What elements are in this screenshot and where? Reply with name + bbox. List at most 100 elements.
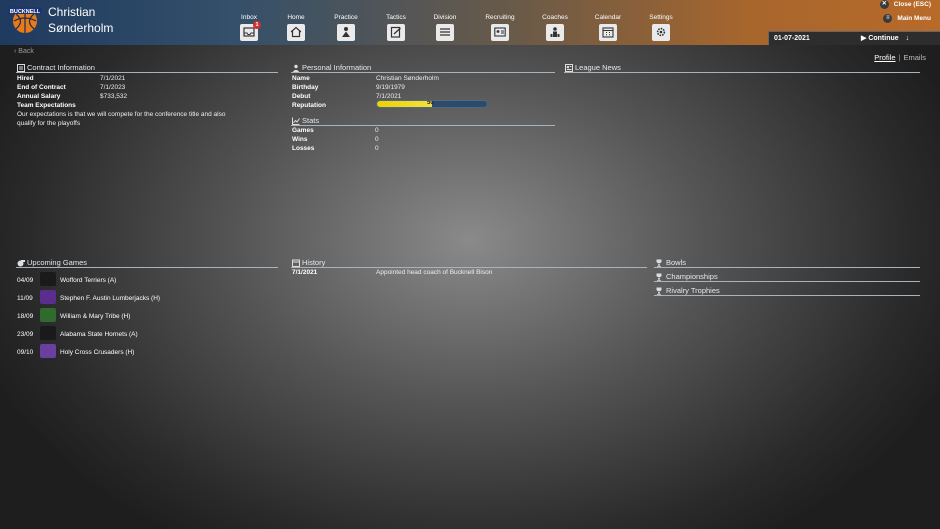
inbox-badge: 1 <box>253 21 261 29</box>
nav-settings[interactable]: Settings <box>638 14 684 41</box>
nav-recruiting[interactable]: Recruiting <box>477 14 523 41</box>
bowls-title: Bowls <box>666 258 687 267</box>
nav-inbox[interactable]: Inbox 1 <box>226 14 272 41</box>
hired-label: Hired <box>17 75 34 82</box>
close-icon: ✕ <box>879 0 889 9</box>
inbox-icon: 1 <box>240 21 261 41</box>
logo-wordmark: BUCKNELL <box>10 9 41 15</box>
document-icon <box>17 64 25 72</box>
stats-title: Stats <box>302 116 320 125</box>
tab-profile[interactable]: Profile <box>874 53 895 62</box>
news-icon <box>565 64 573 72</box>
tab-separator: | <box>898 53 901 62</box>
name-value: Christian Sønderholm <box>376 75 439 82</box>
losses-label: Losses <box>292 145 315 152</box>
history-title: History <box>302 258 326 267</box>
birthday-row: Birthday 9/19/1979 <box>292 83 552 92</box>
nav-tactics[interactable]: Tactics <box>373 14 419 41</box>
game-row[interactable]: 23/09 Alabama State Hornets (A) <box>17 326 217 342</box>
game-row[interactable]: 11/09 Stephen F. Austin Lumberjacks (H) <box>17 290 217 306</box>
nav-settings-label: Settings <box>649 14 673 21</box>
championships-header[interactable]: Championships <box>654 272 920 282</box>
end-value: 7/1/2023 <box>100 84 126 91</box>
end-row: End of Contract 7/1/2023 <box>17 83 279 92</box>
person-icon <box>292 64 300 72</box>
expectations-row: Team Expectations <box>17 101 279 110</box>
coach-first-name: Christian <box>48 5 96 19</box>
coach-name: Christian Sønderholm <box>48 4 113 36</box>
history-event: Appointed head coach of Bucknell Bison <box>376 269 493 276</box>
practice-icon <box>337 24 355 41</box>
nav-home[interactable]: Home <box>273 14 319 41</box>
wins-value: 0 <box>375 136 379 143</box>
trophy-icon <box>656 259 662 267</box>
rivalry-trophies-title: Rivalry Trophies <box>666 286 720 295</box>
game-opponent: Alabama State Hornets (A) <box>60 331 138 338</box>
hired-row: Hired 7/1/2021 <box>17 74 279 83</box>
game-date: 11/09 <box>17 295 33 302</box>
personal-title: Personal Information <box>302 63 372 72</box>
games-value: 0 <box>375 127 379 134</box>
reputation-fill <box>377 101 432 107</box>
recruiting-icon <box>491 24 509 41</box>
reputation-bar: 50 <box>376 100 488 108</box>
expectations-text: Our expectations is that we will compete… <box>17 111 226 127</box>
upcoming-title: Upcoming Games <box>27 258 88 267</box>
nav-practice[interactable]: Practice <box>323 14 369 41</box>
opponent-logo <box>40 326 56 340</box>
main-menu-label: Main Menu <box>897 15 931 23</box>
menu-icon: ≡ <box>883 14 893 23</box>
team-logo: BUCKNELL <box>7 4 43 36</box>
close-button[interactable]: ✕ Close (ESC) <box>879 0 931 9</box>
opponent-logo <box>40 308 56 322</box>
game-row[interactable]: 09/10 Holy Cross Crusaders (H) <box>17 344 217 360</box>
league-news-header: League News <box>564 63 920 73</box>
calendar-small-icon <box>292 259 300 267</box>
name-label: Name <box>292 75 310 82</box>
nav-practice-label: Practice <box>334 14 358 21</box>
tab-emails[interactable]: Emails <box>903 53 926 62</box>
game-date: 18/09 <box>17 313 34 320</box>
contract-header: Contract Information <box>16 63 278 73</box>
whistle-icon <box>17 260 25 267</box>
back-button[interactable]: ‹ Back <box>14 48 34 55</box>
close-label: Close (ESC) <box>893 1 931 9</box>
game-row[interactable]: 18/09 William & Mary Tribe (H) <box>17 308 217 324</box>
arrow-down-icon: ↓ <box>905 35 910 42</box>
coaches-icon <box>546 24 564 41</box>
game-date: 04/09 <box>17 277 34 284</box>
games-row: Games 0 <box>292 126 552 135</box>
game-opponent: Wofford Terriers (A) <box>60 277 117 284</box>
top-bar: BUCKNELL Christian Sønderholm Inbox 1 Ho… <box>0 0 940 45</box>
continue-button[interactable]: ▶ Continue ↓ <box>861 34 909 42</box>
nav-coaches[interactable]: Coaches <box>532 14 578 41</box>
reputation-row: Reputation <box>292 101 372 110</box>
bowls-header[interactable]: Bowls <box>654 258 920 268</box>
salary-value: $733,532 <box>100 93 128 100</box>
games-label: Games <box>292 127 314 134</box>
hired-value: 7/1/2021 <box>100 75 126 82</box>
profile-tabs: Profile | Emails <box>874 53 926 62</box>
stats-header: Stats <box>291 116 555 126</box>
game-opponent: William & Mary Tribe (H) <box>60 313 131 320</box>
nav-calendar-label: Calendar <box>594 14 622 21</box>
nav-division-label: Division <box>433 14 457 21</box>
nav-calendar[interactable]: Calendar <box>585 14 631 41</box>
birthday-label: Birthday <box>292 84 319 91</box>
nav-division[interactable]: Division <box>422 14 468 41</box>
main-menu-button[interactable]: ≡ Main Menu <box>883 14 931 23</box>
date-bar: 01-07-2021 ▶ Continue ↓ <box>768 31 940 45</box>
settings-icon <box>652 24 670 41</box>
end-label: End of Contract <box>17 84 66 91</box>
current-date: 01-07-2021 <box>774 35 810 42</box>
rivalry-trophies-header[interactable]: Rivalry Trophies <box>654 286 920 296</box>
league-news-title: League News <box>575 63 621 72</box>
game-row[interactable]: 04/09 Wofford Terriers (A) <box>17 272 217 288</box>
game-date: 23/09 <box>17 331 34 338</box>
game-opponent: Stephen F. Austin Lumberjacks (H) <box>60 295 161 302</box>
opponent-logo <box>40 272 56 286</box>
calendar-icon <box>599 24 617 41</box>
division-icon <box>436 24 454 41</box>
opponent-logo <box>40 344 56 358</box>
back-label: Back <box>18 48 34 55</box>
